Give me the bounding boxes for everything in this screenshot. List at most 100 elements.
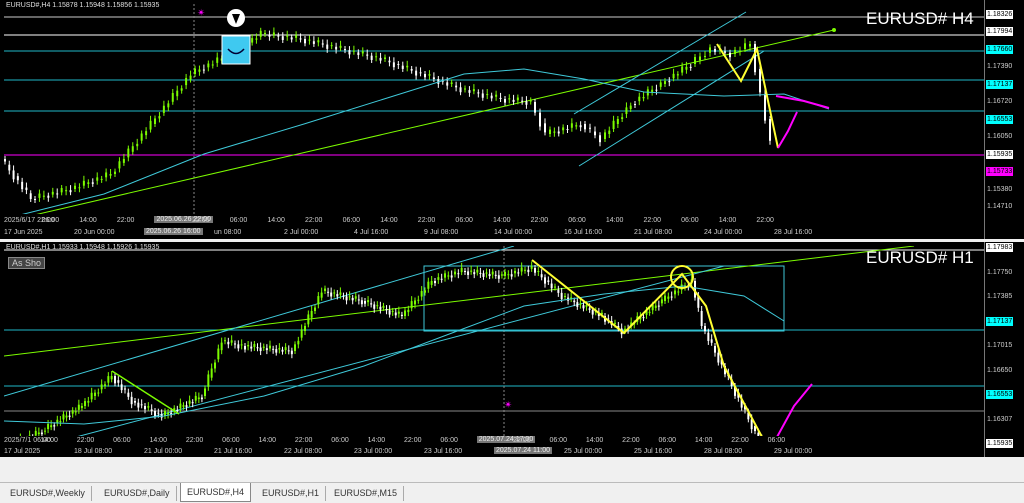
- h1-candle-body: [275, 349, 277, 353]
- h1-candle-body: [349, 296, 351, 297]
- chart-tab[interactable]: EURUSD#,H4: [180, 483, 251, 502]
- h1-candle-body: [301, 329, 303, 337]
- h4-time-axis: 17 Jun 202520 Jun 00:002025.06.26 16:00u…: [0, 227, 984, 239]
- h1-candle-body: [217, 349, 219, 360]
- chart-tab[interactable]: EURUSD#,M15: [328, 486, 404, 501]
- h4-candle-body: [61, 188, 63, 192]
- h4-candle-body: [87, 182, 89, 184]
- h1-candle-body: [444, 273, 446, 277]
- h1-price-label: 1.16650: [986, 366, 1013, 375]
- h1-candle-body: [352, 298, 354, 300]
- h1-candle-body: [339, 292, 341, 294]
- h1-candle-body: [221, 343, 223, 351]
- h4-candle-body: [4, 159, 6, 162]
- h4-candle-body: [282, 36, 284, 40]
- h1-time-label: 06:00: [549, 437, 567, 444]
- h1-candle-body: [370, 303, 372, 304]
- h4-candle-body: [56, 193, 58, 194]
- h4-candle-body: [668, 81, 670, 82]
- h4-candle-body: [176, 91, 178, 97]
- h1-time-label: 14:00: [259, 437, 277, 444]
- h4-candle-body: [729, 53, 731, 57]
- h1-candle-body: [355, 296, 357, 298]
- h1-candle-body: [157, 413, 159, 414]
- h1-price-label: 1.17983: [986, 243, 1013, 252]
- h4-candle-body: [571, 123, 573, 127]
- as-show-button[interactable]: As Sho: [8, 257, 45, 269]
- h4-candle-body: [604, 132, 606, 139]
- h1-candle-body: [198, 398, 200, 400]
- h1-candle-body: [382, 306, 384, 308]
- h1-candle-body: [544, 277, 546, 283]
- h1-time-label: 28 Jul 08:00: [704, 448, 742, 455]
- h1-candle-body: [431, 281, 433, 285]
- h4-candle-body: [769, 119, 771, 141]
- h4-candle-body: [194, 69, 196, 74]
- h1-candle-body: [91, 393, 93, 400]
- h1-candle-body: [592, 310, 594, 315]
- h1-time-label: 17 Jul 2025: [4, 448, 40, 455]
- h4-chart-panel[interactable]: ✴ EURUSD#,H4 1.15878 1.15948 1.15856 1.1…: [0, 0, 1024, 239]
- h1-candle-body: [224, 340, 226, 341]
- h1-candle-body: [342, 296, 344, 297]
- h1-candle-body: [441, 279, 443, 280]
- h1-candle-body: [642, 317, 644, 318]
- h4-projection-ma: [776, 96, 829, 108]
- h1-time-label: 06:00: [222, 437, 240, 444]
- chart-tab[interactable]: EURUSD#,Daily: [98, 486, 177, 501]
- h1-candle-body: [346, 296, 348, 300]
- h1-candle-body: [495, 275, 497, 276]
- h4-candle-body: [525, 101, 527, 105]
- h4-price-label: 1.15380: [986, 185, 1013, 194]
- h1-price-label: 1.17137: [986, 317, 1013, 326]
- h4-candle-body: [96, 177, 98, 180]
- h4-candle-body: [264, 33, 266, 34]
- h4-candle-body: [584, 124, 586, 129]
- h4-channel-upper: [574, 12, 746, 114]
- h4-price-label: 1.18326: [986, 10, 1013, 19]
- h1-candle-body: [179, 404, 181, 409]
- h1-time-label: 23 Jul 16:00: [424, 448, 462, 455]
- h1-time-label: 06:00: [768, 437, 786, 444]
- h1-chart-panel[interactable]: ✴ EURUSD#,H1 1.15933 1.15948 1.15926 1.1…: [0, 242, 1024, 457]
- h4-candle-body: [38, 194, 40, 198]
- h4-price-label: 1.17390: [986, 62, 1013, 71]
- h4-candle-body: [291, 37, 293, 39]
- h4-candle-body: [464, 89, 466, 90]
- h4-candle-body: [621, 117, 623, 119]
- h4-candle-body: [212, 64, 214, 65]
- h4-price-plot[interactable]: ✴: [4, 4, 984, 214]
- h4-candle-body: [709, 47, 711, 52]
- h4-time-label: 22:00: [531, 217, 549, 224]
- h1-candle-body: [551, 284, 553, 289]
- chart-tab[interactable]: EURUSD#,Weekly: [4, 486, 92, 501]
- h4-candle-body: [216, 57, 218, 62]
- h4-candle-body: [530, 100, 532, 101]
- h1-candle-body: [144, 406, 146, 409]
- h4-candle-body: [473, 89, 475, 91]
- h1-time-label: 22 Jul 08:00: [284, 448, 322, 455]
- h4-candle-body: [406, 66, 408, 68]
- chart-tab[interactable]: EURUSD#,H1: [256, 486, 326, 501]
- h4-price-label: 1.14710: [986, 202, 1013, 211]
- h4-candle-body: [420, 72, 422, 73]
- h4-price-label: 1.16050: [986, 132, 1013, 141]
- h4-candle-body: [127, 149, 129, 158]
- h1-time-label: 25 Jul 16:00: [634, 448, 672, 455]
- h4-candle-body: [415, 71, 417, 76]
- h1-price-label: 1.16553: [986, 390, 1013, 399]
- h4-candle-body: [198, 70, 200, 72]
- h1-candle-body: [288, 350, 290, 351]
- h4-candle-body: [251, 38, 253, 42]
- h1-candle-body: [521, 267, 523, 271]
- h1-candle-body: [66, 416, 68, 418]
- h4-candle-body: [655, 90, 657, 91]
- h1-candle-body: [427, 282, 429, 289]
- h1-price-plot[interactable]: ✴: [4, 246, 984, 436]
- h1-candle-body: [269, 346, 271, 349]
- h4-candle-body: [433, 77, 435, 79]
- h1-candle-body: [114, 376, 116, 383]
- h1-candle-body: [62, 414, 64, 419]
- h1-candle-body: [53, 425, 55, 426]
- h4-price-label: 1.15935: [986, 150, 1013, 159]
